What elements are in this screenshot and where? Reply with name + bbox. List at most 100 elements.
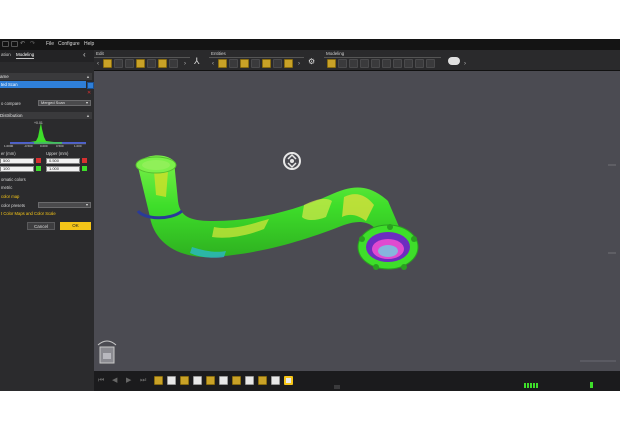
color-map-link[interactable]: color map <box>1 194 19 199</box>
cone-icon[interactable] <box>284 59 293 68</box>
select-icon[interactable] <box>103 59 112 68</box>
line-icon[interactable] <box>251 59 260 68</box>
export-icon[interactable] <box>415 59 424 68</box>
upper-limit-input-2[interactable]: 1.000 <box>46 166 80 172</box>
zoom-icon[interactable] <box>258 376 267 385</box>
entity-color-swatch[interactable] <box>87 82 94 89</box>
bottom-toolbar: ⏮ ◀ ▶ ⏭ <box>94 371 620 391</box>
lower-limit-input-2[interactable]: 100 <box>0 166 34 172</box>
redo-icon[interactable]: ↷ <box>30 40 37 47</box>
deviation-histogram: +0.01 1.0000 -0.500 0.000 0.500 1.000 <box>4 121 86 148</box>
compare-dropdown-value: Merged Scan <box>41 100 65 105</box>
undo-icon[interactable]: ↶ <box>20 40 27 47</box>
tab-acquisition[interactable]: ation <box>1 52 11 57</box>
ribbon-toolbar: Edit ‹ › ⅄ Entities ‹ › ⚙ Modeling › <box>94 50 620 71</box>
point-icon[interactable] <box>218 59 227 68</box>
histogram-tick: 1.000 <box>74 144 82 148</box>
fill-holes-icon[interactable] <box>338 59 347 68</box>
lower-limit-label: er (mm) <box>1 151 16 156</box>
section-distribution[interactable]: Distribution ▲ <box>0 112 92 119</box>
chevron-right-icon[interactable]: › <box>182 60 188 68</box>
toolbar-group-title: Edit <box>96 51 104 56</box>
selected-entity-row[interactable]: ted Scan <box>0 81 86 88</box>
section-name-title: ame <box>0 74 9 79</box>
compare-dropdown[interactable]: Merged Scan ▾ <box>38 100 91 106</box>
ok-button-label: OK <box>72 223 79 228</box>
menu-configure[interactable]: Configure <box>58 41 80 47</box>
histogram-tick: 0.500 <box>56 144 64 148</box>
view-back-icon[interactable] <box>206 376 215 385</box>
lower-color-swatch-2[interactable] <box>36 166 41 171</box>
view-bottom-icon[interactable] <box>219 376 228 385</box>
decimate-icon[interactable] <box>349 59 358 68</box>
menu-file[interactable]: File <box>46 41 54 47</box>
texture-icon[interactable] <box>426 59 435 68</box>
toolbar-group-modeling: Modeling <box>324 50 441 70</box>
cylinder-icon[interactable] <box>240 59 249 68</box>
section-distribution-title: Distribution <box>0 113 23 118</box>
color-presets-dropdown[interactable]: ▾ <box>38 202 91 208</box>
collapse-panel-icon[interactable]: ‹ <box>83 50 86 59</box>
view-iso-icon[interactable] <box>232 376 241 385</box>
boundary-icon[interactable] <box>393 59 402 68</box>
navigation-gizmo-icon[interactable] <box>283 152 301 170</box>
automatic-colors-option[interactable]: omatic colors <box>1 177 26 182</box>
mesh-icon[interactable] <box>327 59 336 68</box>
3d-viewport[interactable] <box>94 71 620 371</box>
plane-icon[interactable] <box>229 59 238 68</box>
chevron-left-icon[interactable]: ‹ <box>210 60 216 68</box>
color-maps-link[interactable]: t Color Maps and Color Scale <box>1 211 56 216</box>
merge-icon[interactable] <box>371 59 380 68</box>
toolbar-group-title: Entities <box>211 51 226 56</box>
menu-help[interactable]: Help <box>84 41 94 47</box>
view-top-icon[interactable] <box>167 376 176 385</box>
cancel-button[interactable]: Cancel <box>27 222 55 230</box>
compare-icon[interactable] <box>158 59 167 68</box>
histogram-tick: 0.000 <box>40 144 48 148</box>
chevron-right-icon[interactable]: › <box>462 60 468 68</box>
toolbar-group-title: Modeling <box>326 51 345 56</box>
transform-icon[interactable] <box>114 59 123 68</box>
last-frame-icon[interactable]: ⏭ <box>140 376 149 385</box>
symmetric-option[interactable]: metric <box>1 185 12 190</box>
tab-modeling[interactable]: Modeling <box>16 52 35 59</box>
section-icon[interactable] <box>169 59 178 68</box>
next-icon[interactable]: ▶ <box>126 376 135 385</box>
status-led <box>590 382 593 388</box>
lower-color-swatch-1[interactable] <box>36 158 41 163</box>
upper-limit-value-1: 0.500 <box>49 158 60 163</box>
smooth-icon[interactable] <box>360 59 369 68</box>
upper-limit-input-1[interactable]: 0.500 <box>46 158 80 164</box>
align-icon[interactable] <box>125 59 134 68</box>
view-cube-icon[interactable] <box>97 340 117 364</box>
sphere-icon[interactable] <box>273 59 282 68</box>
chevron-left-icon[interactable]: ‹ <box>95 60 101 68</box>
circle-icon[interactable] <box>262 59 271 68</box>
first-frame-icon[interactable]: ⏮ <box>98 376 107 385</box>
previous-icon[interactable]: ◀ <box>112 376 121 385</box>
scan-icon[interactable] <box>136 59 145 68</box>
new-icon[interactable] <box>2 41 9 47</box>
view-right-icon[interactable] <box>193 376 202 385</box>
pipe-flange[interactable] <box>357 224 419 270</box>
cloud-icon[interactable] <box>448 57 460 65</box>
save-icon[interactable] <box>11 41 18 47</box>
section-name[interactable]: ame ▲ <box>0 73 92 80</box>
render-mode-icon[interactable] <box>284 376 293 385</box>
cut-icon[interactable] <box>382 59 391 68</box>
surface-icon[interactable] <box>404 59 413 68</box>
fit-view-icon[interactable] <box>245 376 254 385</box>
axis-icon[interactable]: ⅄ <box>194 56 200 67</box>
probe-icon[interactable]: ⚙ <box>308 57 319 67</box>
ok-button[interactable]: OK <box>60 222 91 230</box>
view-left-icon[interactable] <box>180 376 189 385</box>
measure-icon[interactable] <box>147 59 156 68</box>
lower-limit-input-1[interactable]: 500 <box>0 158 34 164</box>
histogram-tick: -0.500 <box>24 144 33 148</box>
view-front-icon[interactable] <box>154 376 163 385</box>
upper-color-swatch-1[interactable] <box>82 158 87 163</box>
remove-icon[interactable]: ✕ <box>87 90 91 96</box>
upper-color-swatch-2[interactable] <box>82 166 87 171</box>
pan-icon[interactable] <box>271 376 280 385</box>
chevron-right-icon[interactable]: › <box>296 60 302 68</box>
